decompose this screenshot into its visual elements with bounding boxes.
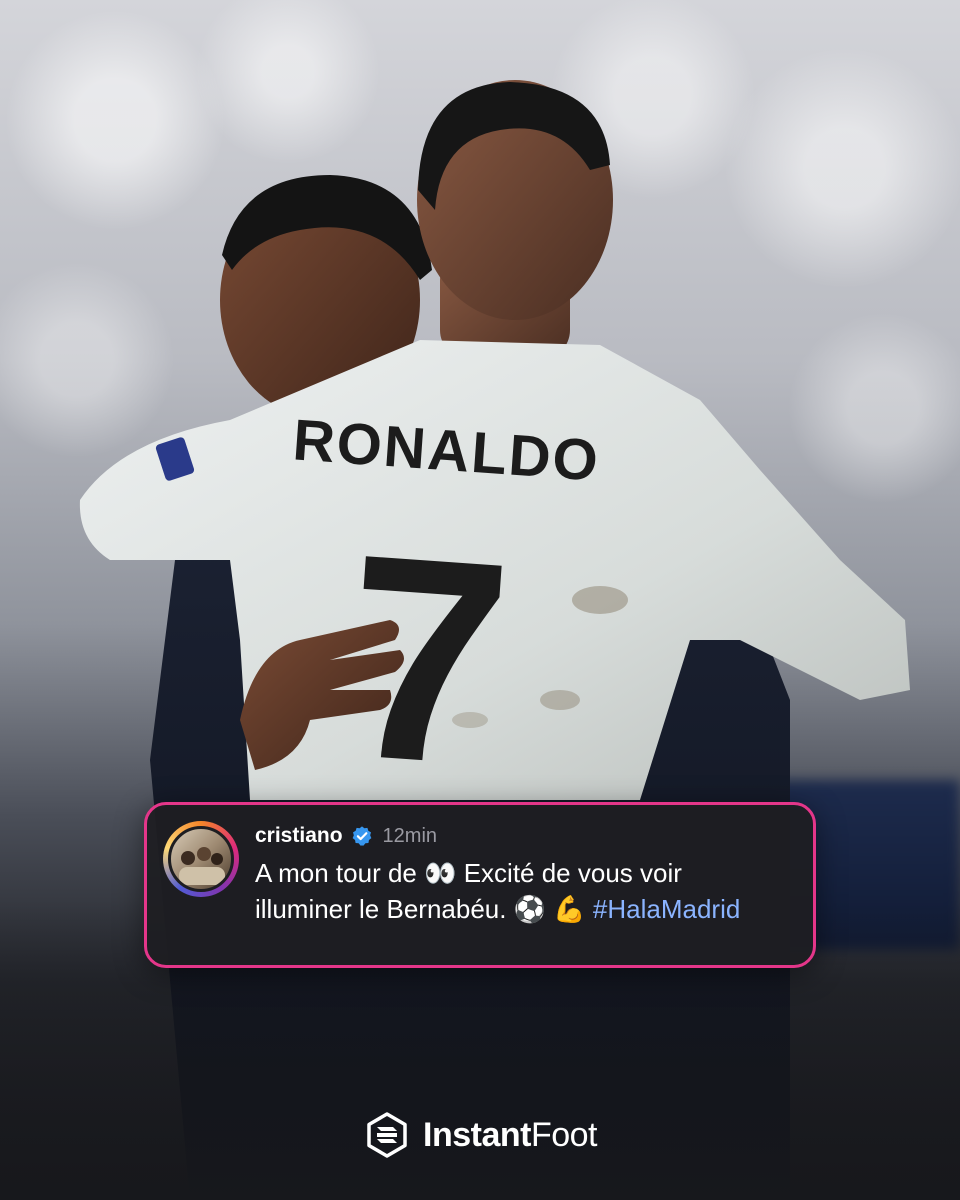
hashtag-link[interactable]: #HalaMadrid: [593, 894, 740, 924]
verified-badge-icon: [352, 826, 371, 846]
photo-background: RONALDO 7: [0, 0, 960, 1200]
comment-card: cristiano 12min A mon tour de 👀 Excité d…: [144, 802, 816, 968]
post-time: 12min: [382, 824, 438, 847]
brand-footer: InstantFoot: [0, 1100, 960, 1170]
brand-name-regular: Foot: [530, 1115, 598, 1154]
comment-text: A mon tour de 👀 Excité de vous voir illu…: [255, 855, 795, 927]
username[interactable]: cristiano: [255, 824, 343, 848]
comment-line-2: illuminer le Bernabéu. ⚽️ 💪 #HalaMadrid: [255, 891, 795, 927]
brand-name-bold: Instant: [423, 1115, 531, 1154]
brand-name: InstantFoot: [423, 1115, 598, 1155]
players-photo: RONALDO 7: [0, 80, 960, 1200]
instantfoot-logo-icon: [367, 1112, 407, 1158]
username-row: cristiano 12min: [255, 823, 437, 849]
jersey-number: 7: [335, 493, 519, 827]
comment-line-1: A mon tour de 👀 Excité de vous voir: [255, 858, 682, 888]
avatar: [168, 826, 234, 892]
avatar-story-ring[interactable]: [163, 821, 239, 897]
comment-line-2-text: illuminer le Bernabéu. ⚽️ 💪: [255, 894, 586, 924]
